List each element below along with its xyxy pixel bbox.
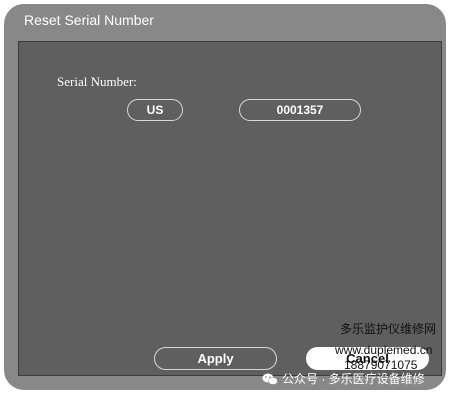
watermark-site-name: 多乐监护仪维修网	[340, 322, 437, 336]
watermark-account-text: 公众号 · 多乐医疗设备维修	[282, 372, 425, 386]
dialog-title: Reset Serial Number	[24, 12, 154, 28]
serial-prefix-field[interactable]: US	[127, 99, 183, 121]
wechat-icon	[262, 373, 278, 385]
serial-number-field[interactable]: 0001357	[239, 99, 361, 121]
apply-button[interactable]: Apply	[154, 347, 277, 370]
serial-number-label: Serial Number:	[57, 74, 137, 89]
watermark-phone: 18879071075	[344, 358, 418, 372]
watermark-url: www.duplemed.cn	[335, 343, 433, 357]
watermark-account: 公众号 · 多乐医疗设备维修	[262, 372, 425, 386]
